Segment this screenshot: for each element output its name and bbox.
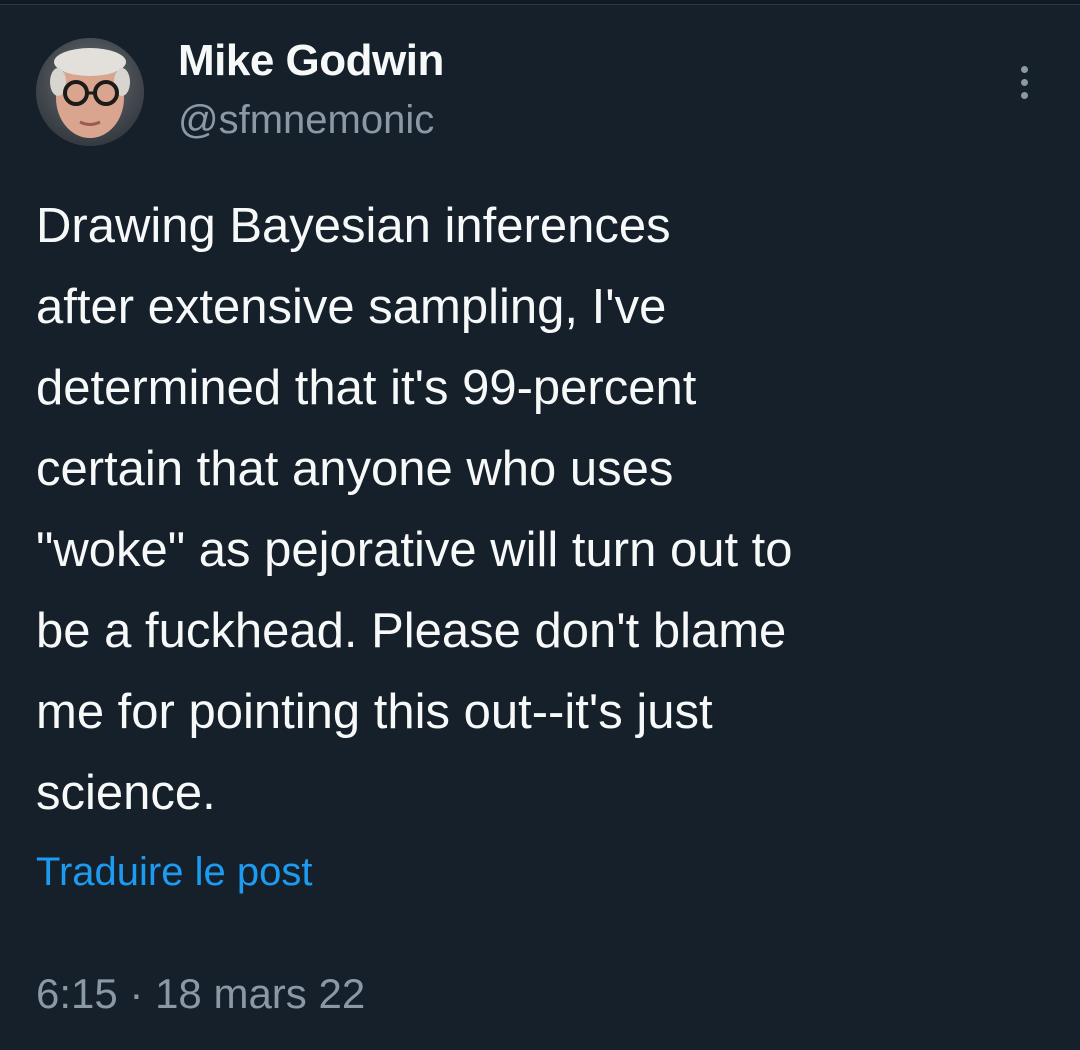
translate-post-link[interactable]: Traduire le post [36,850,312,895]
profile-photo-icon [36,38,144,146]
more-options-icon[interactable] [1002,56,1046,108]
more-dot [1020,65,1028,73]
top-divider [0,0,1080,5]
more-dot [1020,91,1028,99]
author-handle[interactable]: @sfmnemonic [178,98,434,143]
more-dot [1020,78,1028,86]
author-name[interactable]: Mike Godwin [178,36,444,86]
post-timestamp[interactable]: 6:15 · 18 mars 22 [36,970,365,1018]
avatar[interactable] [36,38,144,146]
tweet-text: Drawing Bayesian inferences after extens… [36,199,793,820]
